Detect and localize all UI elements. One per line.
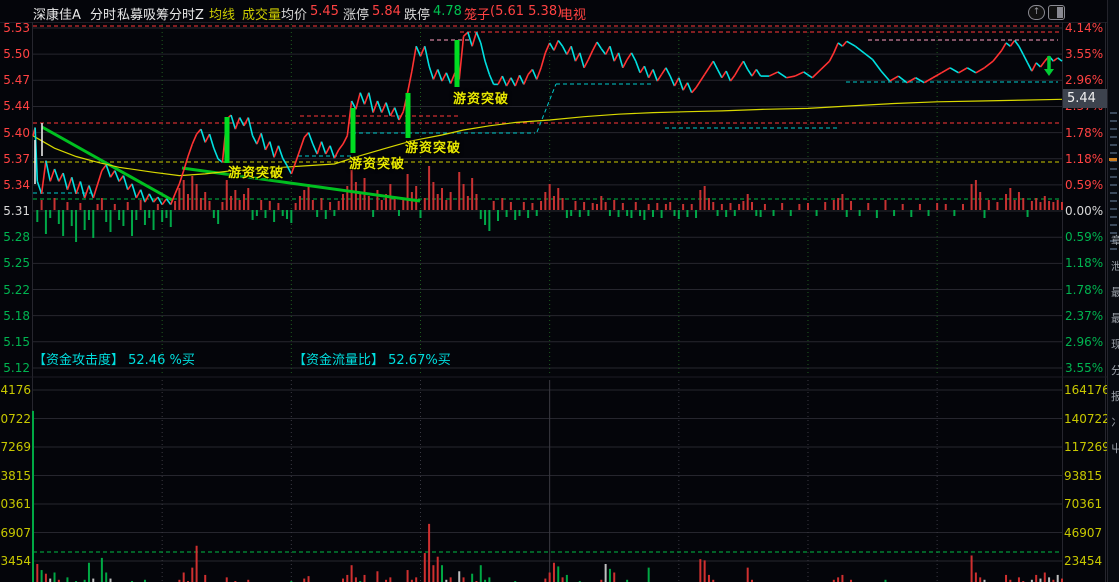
price-axis-label: 5.18 — [3, 308, 30, 323]
strip-char: 冫 — [1111, 414, 1119, 430]
percent-axis-label: 1.78% — [1065, 125, 1104, 140]
price-axis-label: 5.25 — [3, 256, 30, 271]
price-axis-label: 5.12 — [3, 360, 30, 375]
percent-axis-label: 3.55% — [1065, 47, 1104, 62]
percent-axis-label: 2.37% — [1065, 308, 1104, 323]
volume-axis-label: 117269 — [0, 441, 31, 454]
volume-axis-label: 140722 — [0, 412, 31, 426]
strip-char: 屮 — [1111, 440, 1119, 456]
volume-axis-label: 46907 — [0, 526, 31, 540]
price-axis-label: 5.31 — [3, 204, 30, 219]
minute-chart-svg — [0, 22, 1119, 582]
fund-flow-indicator: 【资金流量比】 52.67%买 — [293, 353, 451, 368]
breakout-annotation: 游资突破 — [405, 141, 462, 156]
breakout-annotation: 游资突破 — [349, 157, 406, 172]
percent-axis-label: 1.18% — [1065, 151, 1104, 166]
volume-axis-label: 164176 — [0, 384, 31, 397]
percent-axis-label: 0.00% — [1065, 204, 1104, 219]
price-axis-label: 5.47 — [3, 73, 30, 88]
price-axis-label: 5.37 — [3, 151, 30, 166]
strip-char: 最 — [1111, 284, 1119, 300]
volume-axis-label: 140722 — [1064, 411, 1110, 426]
strip-char: 现 — [1111, 336, 1119, 352]
strip-tick-marks — [1110, 112, 1117, 252]
percent-axis-label: 1.78% — [1065, 282, 1104, 297]
price-axis-label: 5.28 — [3, 230, 30, 245]
percent-axis-label: 3.55% — [1065, 360, 1104, 375]
current-price-badge: 5.44 — [1063, 89, 1107, 108]
strip-char: 最 — [1111, 310, 1119, 326]
volume-axis-label-clip: 46907 — [0, 527, 32, 540]
percent-axis-label: 0.59% — [1065, 230, 1104, 245]
volume-axis-label: 46907 — [1064, 525, 1103, 540]
price-axis-label: 5.50 — [3, 47, 30, 62]
strip-char: 泄 — [1111, 258, 1119, 274]
price-axis-label: 5.34 — [3, 177, 30, 192]
volume-axis-label: 70361 — [1064, 497, 1103, 511]
percent-axis-label: 4.14% — [1065, 21, 1104, 35]
price-axis-label: 5.53 — [3, 21, 30, 35]
volume-axis-label: 70361 — [0, 498, 31, 511]
volume-axis-label: 117269 — [1064, 440, 1110, 454]
strip-char: 报 — [1111, 388, 1119, 404]
price-axis-label: 5.15 — [3, 334, 30, 349]
volume-axis-label: 23454 — [1064, 554, 1103, 568]
volume-axis-label-clip: 164176 — [0, 384, 32, 397]
fund-attack-indicator: 【资金攻击度】 52.46 %买 — [33, 353, 195, 368]
percent-axis-label: 0.59% — [1065, 177, 1104, 192]
breakout-annotation: 游资突破 — [228, 166, 285, 181]
right-edge-toolbar[interactable]: 章泄最最现分报冫屮 — [1107, 0, 1119, 582]
volume-axis-label-clip: 70361 — [0, 498, 32, 511]
price-axis-label: 5.44 — [3, 99, 30, 114]
volume-axis-label: 164176 — [1064, 383, 1110, 397]
volume-axis-label-clip: 23454 — [0, 555, 32, 568]
strip-char: 章 — [1111, 232, 1119, 248]
strip-orange-mark — [1109, 158, 1117, 161]
percent-axis-label: 2.96% — [1065, 334, 1104, 349]
breakout-annotation: 游资突破 — [453, 92, 510, 107]
volume-axis-label-clip: 117269 — [0, 441, 32, 454]
volume-axis-label-clip: 140722 — [0, 413, 32, 426]
strip-char: 分 — [1111, 362, 1119, 378]
percent-axis-label: 2.96% — [1065, 73, 1104, 88]
percent-axis-label: 1.18% — [1065, 256, 1104, 271]
price-axis-label: 5.40 — [3, 125, 30, 140]
volume-axis-label: 23454 — [0, 555, 31, 568]
price-axis-label: 5.22 — [3, 282, 30, 297]
volume-axis-label: 93815 — [0, 469, 31, 483]
volume-axis-label-clip: 93815 — [0, 470, 32, 483]
trading-app-window: 深康佳A 分时 私募吸筹分时Z 均线 成交量 均价 5.45 涨停 5.84 跌… — [0, 0, 1119, 582]
volume-axis-label: 93815 — [1064, 468, 1103, 483]
